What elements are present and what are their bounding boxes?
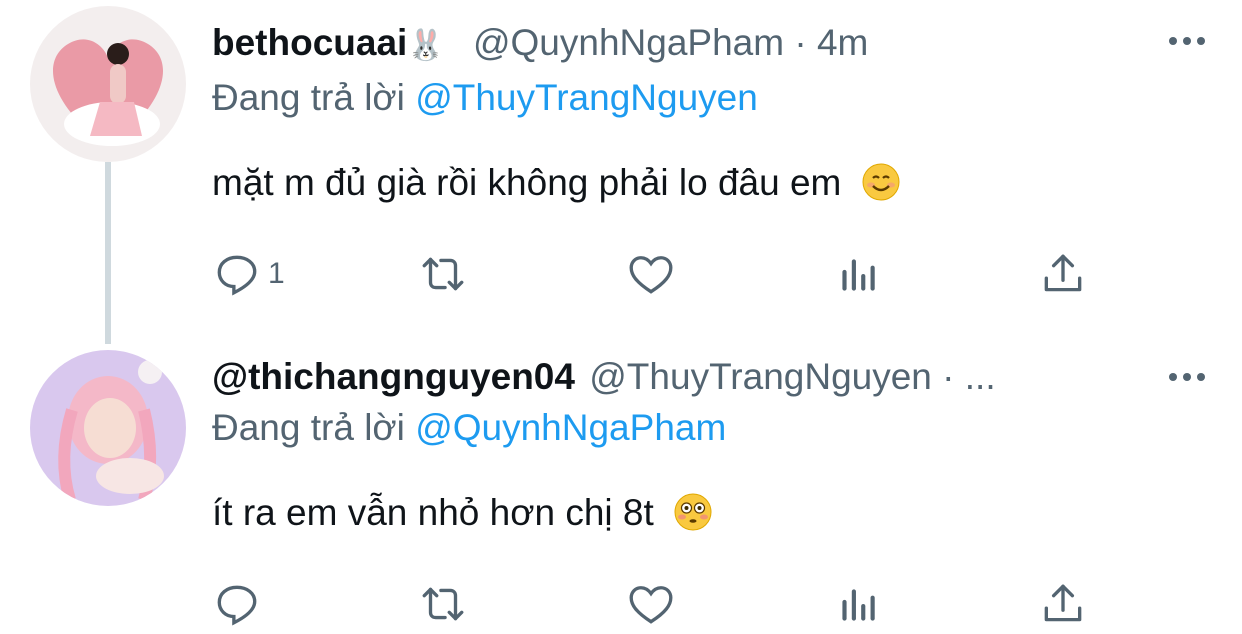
thread-connector-line — [105, 162, 111, 344]
like-button[interactable] — [626, 574, 676, 634]
display-name[interactable]: bethocuaai — [212, 22, 407, 63]
retweet-icon — [422, 257, 464, 291]
analytics-icon — [842, 259, 875, 291]
reply-button[interactable]: 1 — [212, 244, 285, 304]
avatar[interactable] — [30, 6, 186, 162]
reply-mention[interactable]: @QuynhNgaPham — [415, 407, 726, 448]
analytics-icon — [842, 589, 875, 621]
tweet-1[interactable]: bethocuaai🐰 @QuynhNgaPham · 4m Đang trả … — [0, 0, 1242, 344]
handle[interactable]: @QuynhNgaPham — [473, 22, 784, 63]
reply-icon — [217, 585, 257, 626]
timestamp[interactable]: 4m — [817, 22, 868, 63]
share-button[interactable] — [1038, 244, 1088, 304]
reply-prefix: Đang trả lời — [212, 77, 405, 118]
tweet-text-content: ít ra em vẫn nhỏ hơn chị 8t — [212, 492, 654, 533]
like-button[interactable] — [626, 244, 676, 304]
separator: · — [942, 356, 955, 397]
handle[interactable]: @ThuyTrangNguyen — [589, 356, 932, 397]
retweet-button[interactable] — [418, 574, 468, 634]
share-icon — [1044, 254, 1082, 292]
more-options-icon[interactable] — [1162, 26, 1212, 56]
tweet-text-content: mặt m đủ già rồi không phải lo đâu em — [212, 162, 842, 203]
tweet-2[interactable]: @thichangnguyen04 @ThuyTrangNguyen · ...… — [0, 340, 1242, 632]
reply-prefix: Đang trả lời — [212, 407, 405, 448]
separator: · — [794, 22, 807, 63]
like-icon — [629, 586, 673, 624]
replying-to: Đang trả lời @ThuyTrangNguyen — [212, 73, 758, 123]
analytics-button[interactable] — [832, 574, 882, 634]
display-name[interactable]: @thichangnguyen04 — [212, 356, 575, 397]
retweet-icon — [422, 587, 464, 621]
like-icon — [629, 256, 673, 294]
smiling-face-emoji — [862, 163, 900, 214]
avatar[interactable] — [30, 350, 186, 506]
reply-button[interactable] — [212, 574, 268, 634]
tweet-actions: 1 — [212, 244, 1092, 304]
tweet-actions — [212, 574, 1092, 634]
timestamp[interactable]: ... — [965, 356, 996, 397]
replying-to: Đang trả lời @QuynhNgaPham — [212, 403, 726, 453]
tweet-header: bethocuaai🐰 @QuynhNgaPham · 4m — [212, 18, 1182, 68]
reply-icon — [217, 255, 257, 296]
retweet-button[interactable] — [418, 244, 468, 304]
name-emoji: 🐰 — [407, 29, 445, 62]
tweet-header: @thichangnguyen04 @ThuyTrangNguyen · ... — [212, 352, 1126, 402]
reply-count: 1 — [268, 257, 285, 290]
tweet-text: mặt m đủ già rồi không phải lo đâu em — [212, 158, 900, 214]
analytics-button[interactable] — [832, 244, 882, 304]
reply-mention[interactable]: @ThuyTrangNguyen — [415, 77, 758, 118]
share-button[interactable] — [1038, 574, 1088, 634]
flushed-face-emoji — [674, 493, 712, 544]
more-options-icon[interactable] — [1162, 362, 1212, 392]
tweet-text: ít ra em vẫn nhỏ hơn chị 8t — [212, 488, 712, 544]
share-icon — [1044, 584, 1082, 622]
